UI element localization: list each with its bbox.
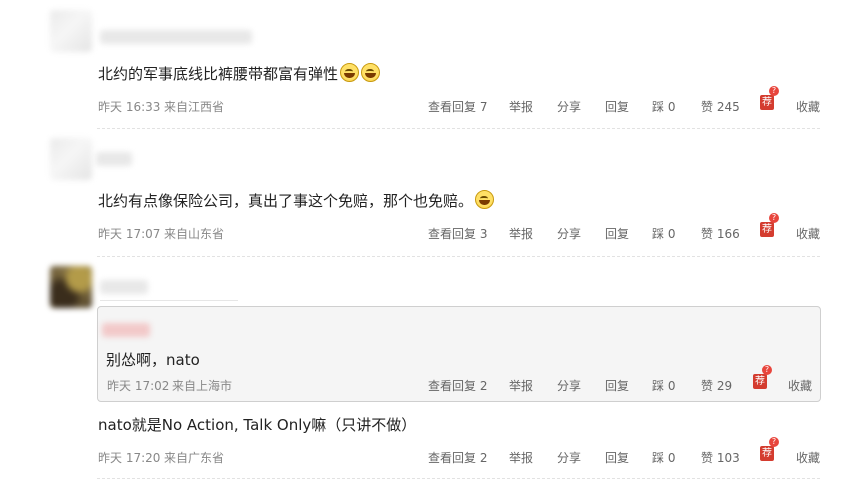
comment-text: 北约有点像保险公司，真出了事这个免赔，那个也免赔。 xyxy=(98,190,495,211)
recommend-help-icon[interactable]: ? xyxy=(769,437,779,447)
laughing-face-emoji xyxy=(475,190,495,209)
collect-button[interactable]: 收藏 xyxy=(796,225,820,242)
laughing-face-emoji xyxy=(361,63,381,82)
divider xyxy=(97,256,820,257)
recommend-badge-icon[interactable]: 荐 xyxy=(760,446,774,461)
divider xyxy=(97,128,820,129)
avatar[interactable] xyxy=(50,266,92,308)
avatar[interactable] xyxy=(50,10,92,52)
laughing-face-emoji xyxy=(340,63,360,82)
comment-actions: 昨天 16:33 来自江西省 查看回复 7 举报 分享 回复 踩 0 赞 245… xyxy=(0,86,843,116)
recommend-badge-icon[interactable]: 荐 xyxy=(753,374,767,389)
comment-location: 来自山东省 xyxy=(164,227,225,241)
share-button[interactable]: 分享 xyxy=(557,449,581,466)
like-button[interactable]: 赞 29 xyxy=(701,377,732,394)
comment-time: 昨天 17:07 xyxy=(98,227,161,241)
view-replies-link[interactable]: 查看回复 7 xyxy=(428,98,487,115)
reply-button[interactable]: 回复 xyxy=(605,98,629,115)
username-underline xyxy=(100,300,238,301)
comment-location: 来自上海市 xyxy=(172,379,233,393)
comment-time: 昨天 17:02 xyxy=(107,379,170,393)
recommend-badge-icon[interactable]: 荐 xyxy=(760,95,774,110)
dislike-button[interactable]: 踩 0 xyxy=(652,225,675,242)
avatar[interactable] xyxy=(50,138,92,180)
view-replies-link[interactable]: 查看回复 2 xyxy=(428,449,487,466)
comment-time: 昨天 17:20 xyxy=(98,451,161,465)
quoted-comment-text: 别怂啊，nato xyxy=(106,351,200,369)
comment-location: 来自广东省 xyxy=(164,451,225,465)
comment-text: 北约的军事底线比裤腰带都富有弹性 xyxy=(98,63,381,84)
share-button[interactable]: 分享 xyxy=(557,98,581,115)
reply-button[interactable]: 回复 xyxy=(605,225,629,242)
username[interactable] xyxy=(100,30,252,44)
report-button[interactable]: 举报 xyxy=(509,377,533,394)
view-replies-link[interactable]: 查看回复 2 xyxy=(428,377,487,394)
collect-button[interactable]: 收藏 xyxy=(788,377,812,394)
dislike-button[interactable]: 踩 0 xyxy=(652,377,675,394)
username[interactable] xyxy=(96,152,132,166)
collect-button[interactable]: 收藏 xyxy=(796,98,820,115)
report-button[interactable]: 举报 xyxy=(509,225,533,242)
comment-text: nato就是No Action, Talk Only嘛（只讲不做） xyxy=(98,416,417,434)
quoted-comment-actions: 昨天 17:02 来自上海市 查看回复 2 举报 分享 回复 踩 0 赞 29 … xyxy=(98,365,820,395)
recommend-badge-icon[interactable]: 荐 xyxy=(760,222,774,237)
report-button[interactable]: 举报 xyxy=(509,98,533,115)
recommend-help-icon[interactable]: ? xyxy=(769,213,779,223)
quoted-username[interactable] xyxy=(102,323,150,337)
recommend-help-icon[interactable]: ? xyxy=(762,365,772,375)
comment-time: 昨天 16:33 xyxy=(98,100,161,114)
dislike-button[interactable]: 踩 0 xyxy=(652,449,675,466)
collect-button[interactable]: 收藏 xyxy=(796,449,820,466)
comment-actions: 昨天 17:20 来自广东省 查看回复 2 举报 分享 回复 踩 0 赞 103… xyxy=(0,437,843,467)
username[interactable] xyxy=(100,280,148,294)
reply-button[interactable]: 回复 xyxy=(605,449,629,466)
quoted-comment: 别怂啊，nato 昨天 17:02 来自上海市 查看回复 2 举报 分享 回复 … xyxy=(97,306,821,402)
dislike-button[interactable]: 踩 0 xyxy=(652,98,675,115)
view-replies-link[interactable]: 查看回复 3 xyxy=(428,225,487,242)
recommend-help-icon[interactable]: ? xyxy=(769,86,779,96)
like-button[interactable]: 赞 103 xyxy=(701,449,740,466)
like-button[interactable]: 赞 166 xyxy=(701,225,740,242)
reply-button[interactable]: 回复 xyxy=(605,377,629,394)
comment-actions: 昨天 17:07 来自山东省 查看回复 3 举报 分享 回复 踩 0 赞 166… xyxy=(0,213,843,243)
share-button[interactable]: 分享 xyxy=(557,377,581,394)
divider xyxy=(97,478,820,479)
like-button[interactable]: 赞 245 xyxy=(701,98,740,115)
report-button[interactable]: 举报 xyxy=(509,449,533,466)
comment-location: 来自江西省 xyxy=(164,100,225,114)
share-button[interactable]: 分享 xyxy=(557,225,581,242)
